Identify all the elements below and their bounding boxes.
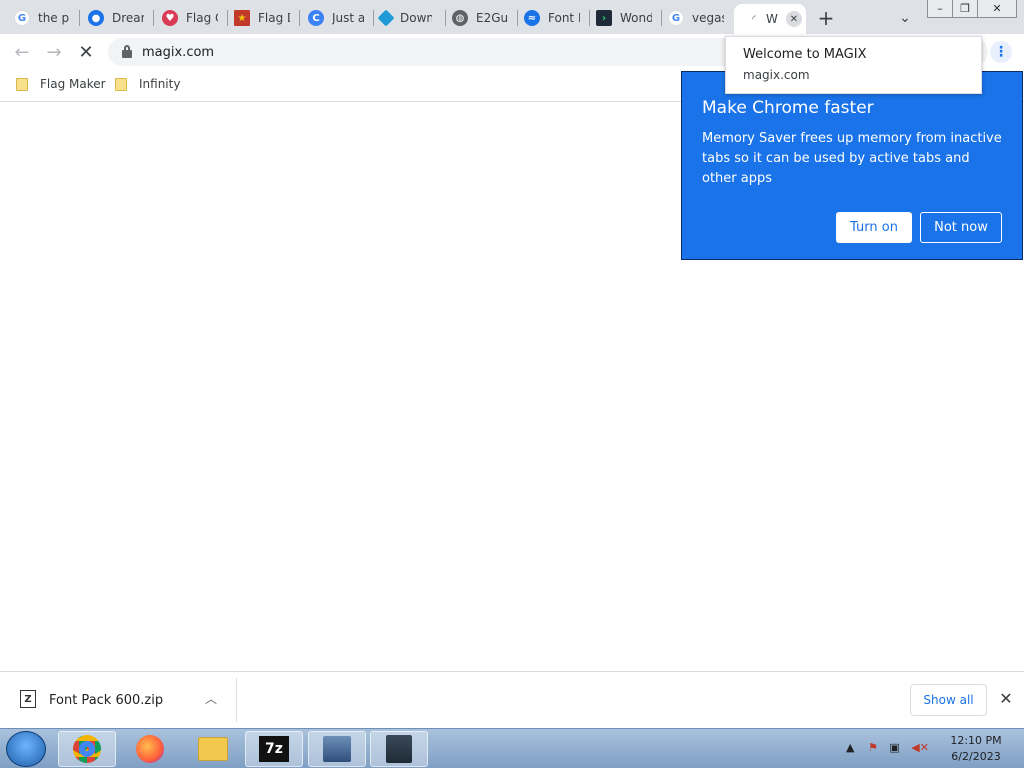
- tab[interactable]: ● Dream: [74, 4, 154, 32]
- tab-tooltip: Welcome to MAGIX magix.com: [725, 36, 982, 94]
- lock-icon[interactable]: [122, 45, 132, 58]
- tab-title: Wond: [620, 11, 652, 25]
- people-icon: ●: [88, 10, 104, 26]
- clock-time: 12:10 PM: [950, 734, 1002, 747]
- action-center-icon[interactable]: ⚑: [868, 741, 878, 754]
- taskbar-installer[interactable]: [308, 731, 366, 767]
- memory-saver-bubble: Make Chrome faster Memory Saver frees up…: [681, 71, 1023, 260]
- tooltip-subtitle: magix.com: [743, 68, 810, 82]
- tab[interactable]: › Wond: [582, 4, 662, 32]
- minimize-button[interactable]: –: [927, 0, 953, 18]
- bookmark-label: Infinity: [139, 77, 181, 91]
- tab[interactable]: Down: [366, 4, 446, 32]
- bubble-body: Memory Saver frees up memory from inacti…: [702, 131, 1002, 186]
- network-icon[interactable]: ▣: [889, 741, 899, 754]
- show-hidden-icons[interactable]: ▲: [846, 741, 854, 754]
- tab[interactable]: G vegas: [654, 4, 734, 32]
- bookmark-label: Flag Maker: [40, 77, 106, 91]
- globe-icon: ◍: [452, 10, 468, 26]
- show-all-button[interactable]: Show all: [910, 684, 987, 716]
- close-window-button[interactable]: ✕: [977, 0, 1017, 18]
- firefox-icon: [136, 735, 164, 763]
- google-icon: G: [14, 10, 30, 26]
- bookmark-flag-maker[interactable]: Flag Maker: [16, 77, 106, 91]
- close-download-bar-icon[interactable]: ✕: [996, 688, 1016, 708]
- taskbar-7zip[interactable]: 7z: [245, 731, 303, 767]
- tab-title: Dream: [112, 11, 144, 25]
- folder-icon: [198, 737, 228, 761]
- new-tab-button[interactable]: +: [814, 6, 838, 30]
- google-icon: G: [668, 10, 684, 26]
- bubble-title: Make Chrome faster: [702, 98, 874, 118]
- browser-window: G the pi ● Dream ♥ Flag C ★ Flag D C Jus…: [0, 0, 1024, 768]
- tab-strip: G the pi ● Dream ♥ Flag C ★ Flag D C Jus…: [0, 0, 1024, 34]
- star-flag-icon: ★: [234, 10, 250, 26]
- download-bar: Z Font Pack 600.zip ︿ Show all ✕: [0, 671, 1024, 728]
- wondershare-icon: ›: [596, 10, 612, 26]
- diamond-icon: [377, 9, 395, 27]
- bookmark-infinity[interactable]: Infinity: [115, 77, 180, 91]
- folder-icon: [16, 77, 28, 91]
- loading-icon: ◜: [752, 13, 756, 25]
- not-now-button[interactable]: Not now: [920, 212, 1002, 243]
- zip-file-icon[interactable]: Z: [20, 690, 36, 708]
- tab[interactable]: ★ Flag D: [220, 4, 300, 32]
- taskbar-setup[interactable]: [370, 731, 428, 767]
- tab[interactable]: G the pi: [0, 4, 80, 32]
- clock[interactable]: 12:10 PM 6/2/2023: [946, 733, 1006, 765]
- taskbar-explorer[interactable]: [184, 731, 242, 767]
- tab-title: W: [766, 12, 778, 26]
- tab-title: vegas: [692, 11, 724, 25]
- tab-title: Down: [400, 11, 432, 25]
- setup-icon: [386, 735, 412, 763]
- tab-title: E2Gui: [476, 11, 508, 25]
- 7zip-icon: 7z: [259, 736, 289, 762]
- c-icon: C: [308, 10, 324, 26]
- system-tray: ▲ ⚑ ▣ ◀✕: [846, 741, 929, 754]
- tab-title: Flag C: [186, 11, 218, 25]
- tab[interactable]: C Just a: [294, 4, 374, 32]
- tab-title: Just a: [332, 11, 364, 25]
- url-text[interactable]: magix.com: [142, 45, 214, 60]
- installer-icon: [323, 736, 351, 762]
- tab-title: Flag D: [258, 11, 290, 25]
- divider: [236, 678, 237, 722]
- restore-button[interactable]: ❐: [952, 0, 978, 18]
- tooltip-title: Welcome to MAGIX: [743, 47, 867, 62]
- volume-muted-icon[interactable]: ◀✕: [911, 741, 929, 754]
- taskbar-chrome[interactable]: [58, 731, 116, 767]
- tab-active[interactable]: ◜ W ✕: [734, 4, 806, 34]
- clock-date: 6/2/2023: [951, 750, 1001, 763]
- tab[interactable]: ♥ Flag C: [148, 4, 228, 32]
- folder-icon: [115, 77, 127, 91]
- chevron-up-icon[interactable]: ︿: [205, 690, 217, 707]
- turn-on-button[interactable]: Turn on: [836, 212, 912, 243]
- start-button[interactable]: [6, 731, 46, 767]
- stop-loading-button[interactable]: ✕: [74, 40, 98, 64]
- more-menu-icon[interactable]: ⋮: [990, 41, 1012, 63]
- cloud-icon: ≈: [524, 10, 540, 26]
- tab-title: the pi: [38, 11, 70, 25]
- chrome-icon: [73, 735, 101, 763]
- close-tab-icon[interactable]: ✕: [786, 11, 802, 27]
- back-button[interactable]: ←: [10, 40, 34, 64]
- forward-button[interactable]: →: [42, 40, 66, 64]
- tab[interactable]: ≈ Font F: [510, 4, 590, 32]
- download-filename[interactable]: Font Pack 600.zip: [49, 693, 163, 708]
- tab-title: Font F: [548, 11, 580, 25]
- tab-search-button[interactable]: ⌄: [894, 7, 916, 29]
- taskbar-firefox[interactable]: [121, 731, 179, 767]
- tab[interactable]: ◍ E2Gui: [438, 4, 518, 32]
- flag-icon: ♥: [162, 10, 178, 26]
- taskbar: 7z ▲ ⚑ ▣ ◀✕ 12:10 PM 6/2/2023: [0, 728, 1024, 768]
